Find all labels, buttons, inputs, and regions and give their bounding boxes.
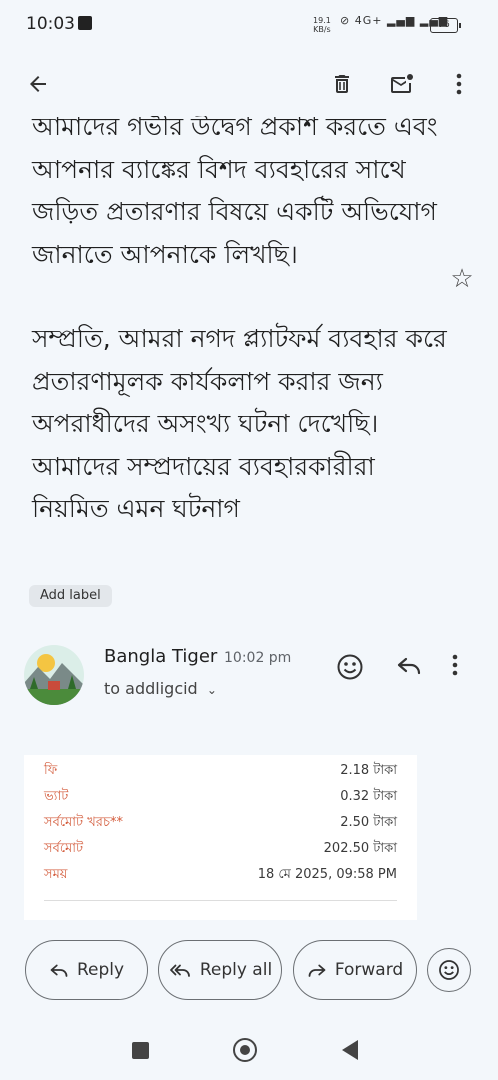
mute-icon: ⊘: [340, 14, 351, 27]
trash-icon: [335, 75, 349, 93]
reply-all-button[interactable]: Reply all: [158, 940, 282, 1000]
more-options-button[interactable]: [437, 62, 481, 106]
add-reaction-button[interactable]: [427, 948, 471, 992]
network-speed: 19.1 KB/s: [313, 16, 331, 34]
back-button[interactable]: [16, 62, 60, 106]
mark-unread-button[interactable]: [380, 62, 424, 106]
system-back-button[interactable]: [342, 1040, 358, 1060]
reply-all-icon: [169, 964, 190, 977]
home-button[interactable]: [233, 1038, 257, 1062]
receipt-row: ভ্যাট 0.32 টাকা: [44, 789, 397, 804]
receipt-row: ফি 2.18 টাকা: [44, 763, 397, 778]
forward-label: Forward: [334, 960, 404, 980]
add-label-chip[interactable]: Add label: [29, 585, 112, 607]
smiley-icon: [439, 960, 459, 980]
status-bar: 10:03 19.1 KB/s ⊘ 4G+ ▂▄▆ ▂▄▆ 76: [0, 0, 498, 52]
receipt-row: সর্বমোট খরচ** 2.50 টাকা: [44, 815, 397, 830]
status-time: 10:03: [26, 14, 75, 34]
more-vert-icon: [452, 654, 458, 676]
email-body: আমাদের গভীর উদ্বেগ প্রকাশ করতে এবং আপনার…: [0, 116, 498, 576]
chevron-down-icon: ⌄: [206, 683, 217, 697]
mark-unread-icon: [391, 74, 413, 93]
reply-label: Reply: [76, 960, 125, 980]
email-paragraph-1: আমাদের গভীর উদ্বেগ প্রকাশ করতে এবং আপনার…: [32, 116, 438, 269]
toolbar: [0, 52, 498, 116]
battery-icon: 76: [430, 18, 461, 33]
reply-icon: [50, 964, 68, 977]
email-paragraph-2: সম্প্রতি, আমরা নগদ প্ল্যাটফর্ম ব্যবহার ক…: [32, 324, 447, 523]
recipient-label: to addligcid: [104, 679, 198, 698]
forward-icon: [308, 964, 326, 977]
add-reaction-button[interactable]: [336, 653, 368, 685]
network-type: 4G+: [354, 14, 383, 27]
avatar[interactable]: [24, 645, 84, 705]
star-icon[interactable]: ☆: [447, 264, 477, 294]
transaction-receipt: ফি 2.18 টাকা ভ্যাট 0.32 টাকা সর্বমোট খরচ…: [24, 755, 417, 920]
recipient-details[interactable]: to addligcid ⌄: [104, 679, 217, 698]
forward-button[interactable]: Forward: [293, 940, 417, 1000]
upload-icon: [78, 16, 92, 30]
reply-all-label: Reply all: [199, 960, 273, 980]
sender-name: Bangla Tiger: [104, 646, 218, 667]
recents-button[interactable]: [132, 1042, 149, 1059]
reply-button[interactable]: Reply: [25, 940, 148, 1000]
sent-time: 10:02 pm: [224, 650, 292, 666]
message-more-button[interactable]: [452, 653, 476, 685]
smiley-icon: [337, 654, 363, 680]
reply-icon-button[interactable]: [396, 653, 428, 685]
reply-icon: [397, 657, 421, 675]
signal-icon: ▂▄▆: [386, 14, 416, 27]
receipt-row: সর্বমোট 202.50 টাকা: [44, 841, 397, 856]
receipt-divider: [44, 900, 397, 901]
back-arrow-icon: [30, 76, 46, 92]
more-vert-icon: [456, 73, 462, 95]
delete-button[interactable]: [320, 62, 364, 106]
receipt-row: সময় 18 মে 2025, 09:58 PM: [44, 867, 397, 882]
